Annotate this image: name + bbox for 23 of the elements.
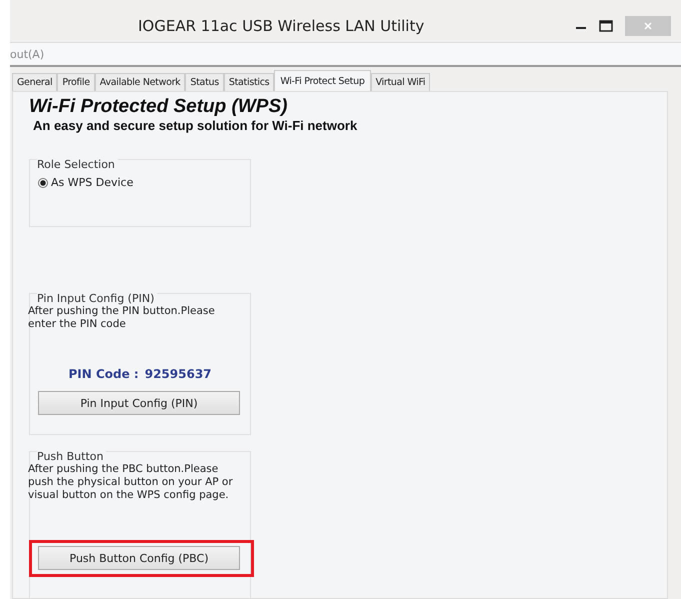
- window-title: IOGEAR 11ac USB Wireless LAN Utility: [138, 17, 424, 35]
- tab[interactable]: Virtual WiFi: [370, 73, 430, 91]
- pbc-config-button[interactable]: Push Button Config (PBC): [38, 546, 240, 570]
- tab[interactable]: Available Network: [94, 73, 186, 91]
- page-subheading: An easy and secure setup solution for Wi-Fi network: [33, 118, 358, 133]
- page-heading: Wi-Fi Protected Setup (WPS): [29, 96, 288, 118]
- maximize-icon[interactable]: [599, 20, 613, 32]
- tab[interactable]: Statistics: [224, 73, 274, 91]
- group-title: Push Button: [37, 450, 106, 463]
- description-text: After pushing the PBC button.Please push the physical button on your AP or visual button on the WPS config page.: [28, 463, 234, 502]
- radio-label: As WPS Device: [51, 176, 134, 189]
- pin-code-value: 92595637: [144, 367, 212, 381]
- tab[interactable]: Status: [185, 73, 224, 91]
- pin-config-button[interactable]: Pin Input Config (PIN): [38, 391, 240, 415]
- tab[interactable]: General: [12, 73, 58, 91]
- group-title: Pin Input Config (PIN): [37, 292, 158, 305]
- radio-button[interactable]: [38, 178, 48, 188]
- tab[interactable]: Profile: [57, 73, 95, 91]
- tab[interactable]: Wi-Fi Protect Setup: [274, 70, 371, 91]
- description-text: After pushing the PIN button.Please enter the PIN code: [28, 305, 216, 331]
- group-title: Role Selection: [37, 158, 118, 171]
- pin-code-label: PIN Code :: [68, 367, 139, 381]
- close-icon: [643, 21, 653, 31]
